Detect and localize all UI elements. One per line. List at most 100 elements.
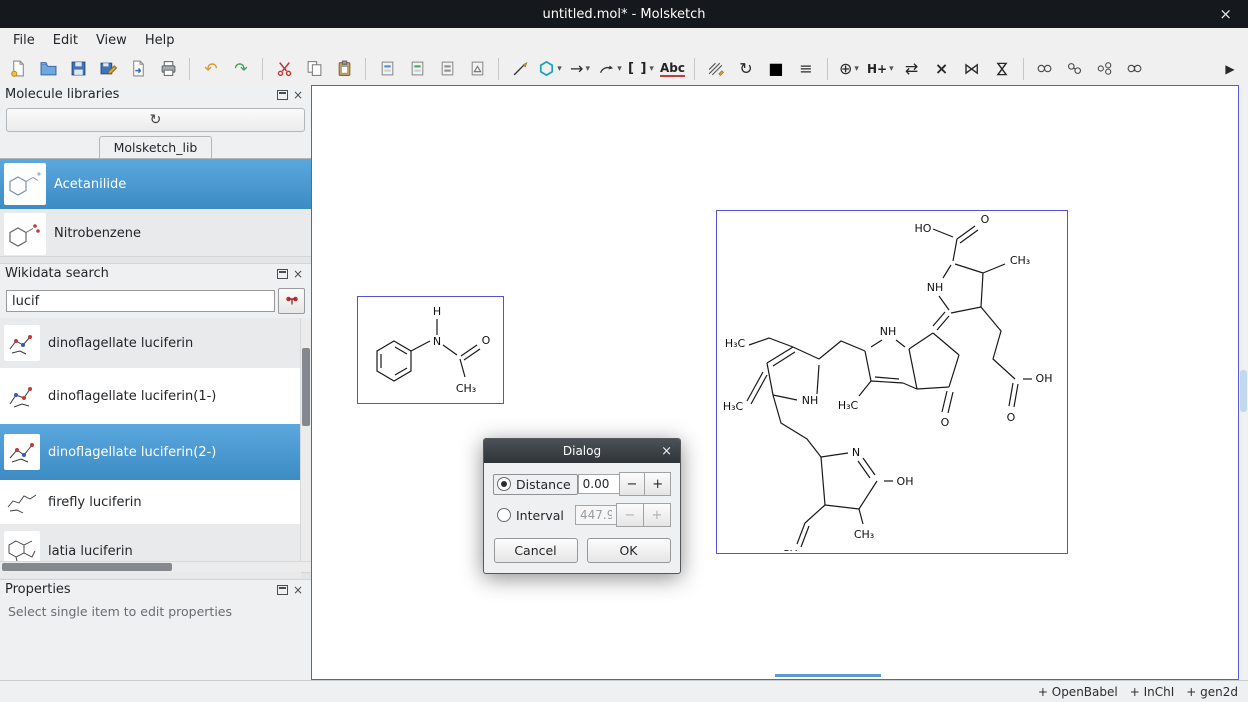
library-item-nitrobenzene[interactable]: Nitrobenzene [0,209,311,258]
libraries-close-button[interactable]: × [290,87,306,102]
mol-template-4-icon [1126,60,1143,77]
library-item-acetanilide[interactable]: Acetanilide [0,159,311,209]
wikidata-close-button[interactable]: × [290,266,306,281]
sidebar: Molecule libraries × ↻ Molsketch_lib Ace… [0,85,312,680]
atom-label-ch3-bottom: CH₃ [854,528,874,541]
draw-bond-button[interactable] [506,56,534,82]
mol-template-1-button[interactable] [1031,56,1059,82]
atom-label-ch2-vinyl: CH₂ [782,548,802,551]
window-close-icon[interactable]: × [1213,0,1238,28]
save-file-button[interactable] [64,56,92,82]
delete-tool-button[interactable]: × [928,56,956,82]
undo-button[interactable]: ↶ [197,56,225,82]
hydrogen-tool-button[interactable]: H+▾ [865,56,896,82]
properties-panel-title: Properties [5,582,274,597]
wikidata-search-button[interactable] [278,288,305,314]
mol-template-2-button[interactable] [1061,56,1089,82]
flip-horizontal-button[interactable]: ⋈ [958,56,986,82]
clipboard-icon [336,60,353,77]
open-folder-icon [40,60,57,77]
scrollbar-thumb[interactable] [1240,370,1247,412]
wikidata-result-item[interactable]: dinoflagellate luciferin [0,318,301,368]
scrollbar-thumb[interactable] [302,348,310,426]
properties-close-button[interactable]: × [290,582,306,597]
chevron-down-icon: ▾ [649,64,654,74]
hatch-tool-button[interactable] [702,56,730,82]
properties-float-button[interactable] [274,582,290,597]
dialog-close-icon[interactable]: × [661,439,672,463]
insert-tool-1-button[interactable] [373,56,401,82]
luciferin-molecule[interactable]: HO O NH CH₃ OH O NH H₃C O H₃C H₃C NH N O… [716,210,1068,554]
drawing-canvas[interactable]: H N O CH₃ [311,85,1239,680]
ok-button[interactable]: OK [587,538,671,563]
insert-tool-3-button[interactable] [433,56,461,82]
canvas-horizontal-scrollbar-thumb[interactable] [775,674,881,677]
wikidata-result-item[interactable]: firefly luciferin [0,480,301,524]
flip-vertical-button[interactable]: ⋈ [988,56,1016,82]
paste-button[interactable] [330,56,358,82]
mol-template-3-button[interactable] [1091,56,1119,82]
libraries-panel-header: Molecule libraries × [0,85,311,104]
flip-bond-tool-button[interactable]: ⇄ [898,56,926,82]
insert-tool-2-button[interactable] [403,56,431,82]
mol-template-4-button[interactable] [1121,56,1149,82]
atom-label-o-carboxyl: O [981,213,990,226]
charge-tool-button[interactable]: ⊕▾ [835,56,863,82]
wikidata-result-item[interactable]: dinoflagellate luciferin(1-) [0,368,301,424]
wikidata-result-item-selected[interactable]: dinoflagellate luciferin(2-) [0,424,301,480]
cut-button[interactable] [270,56,298,82]
reaction-arrow-button[interactable]: →▾ [566,56,594,82]
copy-button[interactable] [300,56,328,82]
insert-tool-4-button[interactable] [463,56,491,82]
printer-icon [160,60,177,77]
distance-decrement-button[interactable]: − [619,472,646,496]
draw-bond-icon [512,60,529,77]
wikidata-float-button[interactable] [274,266,290,281]
rotate-tool-button[interactable]: ↻ [732,56,760,82]
menu-help[interactable]: Help [136,30,184,51]
toolbar-overflow-button[interactable]: ▶ [1216,56,1244,82]
menu-edit[interactable]: Edit [44,30,87,51]
distance-value-input[interactable] [578,474,620,494]
bracket-tool-button[interactable]: [ ]▾ [626,56,656,82]
distance-increment-button[interactable]: + [644,472,671,496]
menu-view[interactable]: View [87,30,136,51]
wikidata-result-label: firefly luciferin [48,495,142,510]
tab-molsketch-lib[interactable]: Molsketch_lib [99,136,213,158]
panel-splitter[interactable] [0,256,311,264]
hydrogen-icon: H+ [867,62,887,76]
scrollbar-thumb[interactable] [2,563,172,571]
libraries-float-button[interactable] [274,87,290,102]
export-file-button[interactable] [124,56,152,82]
new-file-button[interactable] [4,56,32,82]
interval-radio[interactable] [497,508,511,522]
cancel-button[interactable]: Cancel [494,538,578,563]
chevron-down-icon: ▾ [854,64,859,74]
menu-file[interactable]: File [4,30,44,51]
mechanism-arrow-button[interactable]: ▾ [596,56,624,82]
text-tool-button[interactable]: Abc [658,56,687,82]
wikidata-search-input[interactable] [6,290,275,312]
redo-button[interactable]: ↷ [227,56,255,82]
ring-tool-button[interactable]: ▾ [536,56,564,82]
wikidata-vertical-scrollbar[interactable] [300,318,311,561]
new-document-icon [10,60,27,77]
interval-row: Interval − + [493,503,671,527]
molecule-thumbnail [4,378,40,414]
acetanilide-molecule[interactable]: H N O CH₃ [357,296,504,404]
interval-radio-group[interactable]: Interval [493,505,571,526]
dialog-titlebar[interactable]: Dialog × [484,439,680,463]
color-picker-button[interactable]: ■ [762,56,790,82]
wikidata-horizontal-scrollbar[interactable] [0,561,311,572]
atom-label-h3c-ethyl: H₃C [725,337,746,350]
mol-template-1-icon [1036,60,1053,77]
save-file-as-button[interactable] [94,56,122,82]
library-reload-button[interactable]: ↻ [6,108,305,132]
canvas-vertical-scrollbar[interactable] [1239,85,1248,680]
distance-radio-group[interactable]: Distance [493,474,578,495]
insert-tool-1-icon [379,60,396,77]
distance-radio[interactable] [497,477,511,491]
print-button[interactable] [154,56,182,82]
open-file-button[interactable] [34,56,62,82]
line-width-button[interactable]: ≡ [792,56,820,82]
